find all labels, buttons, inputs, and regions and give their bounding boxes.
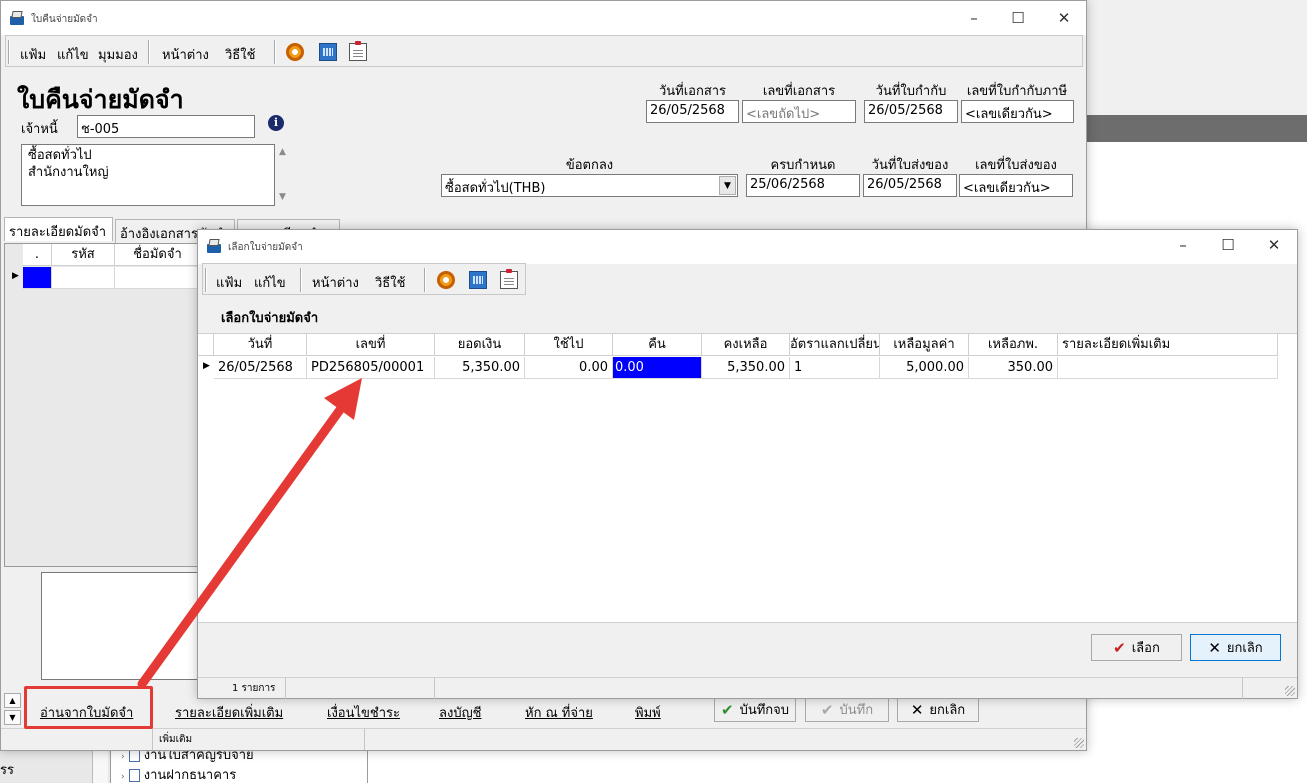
annotation-arrow	[137, 378, 362, 689]
